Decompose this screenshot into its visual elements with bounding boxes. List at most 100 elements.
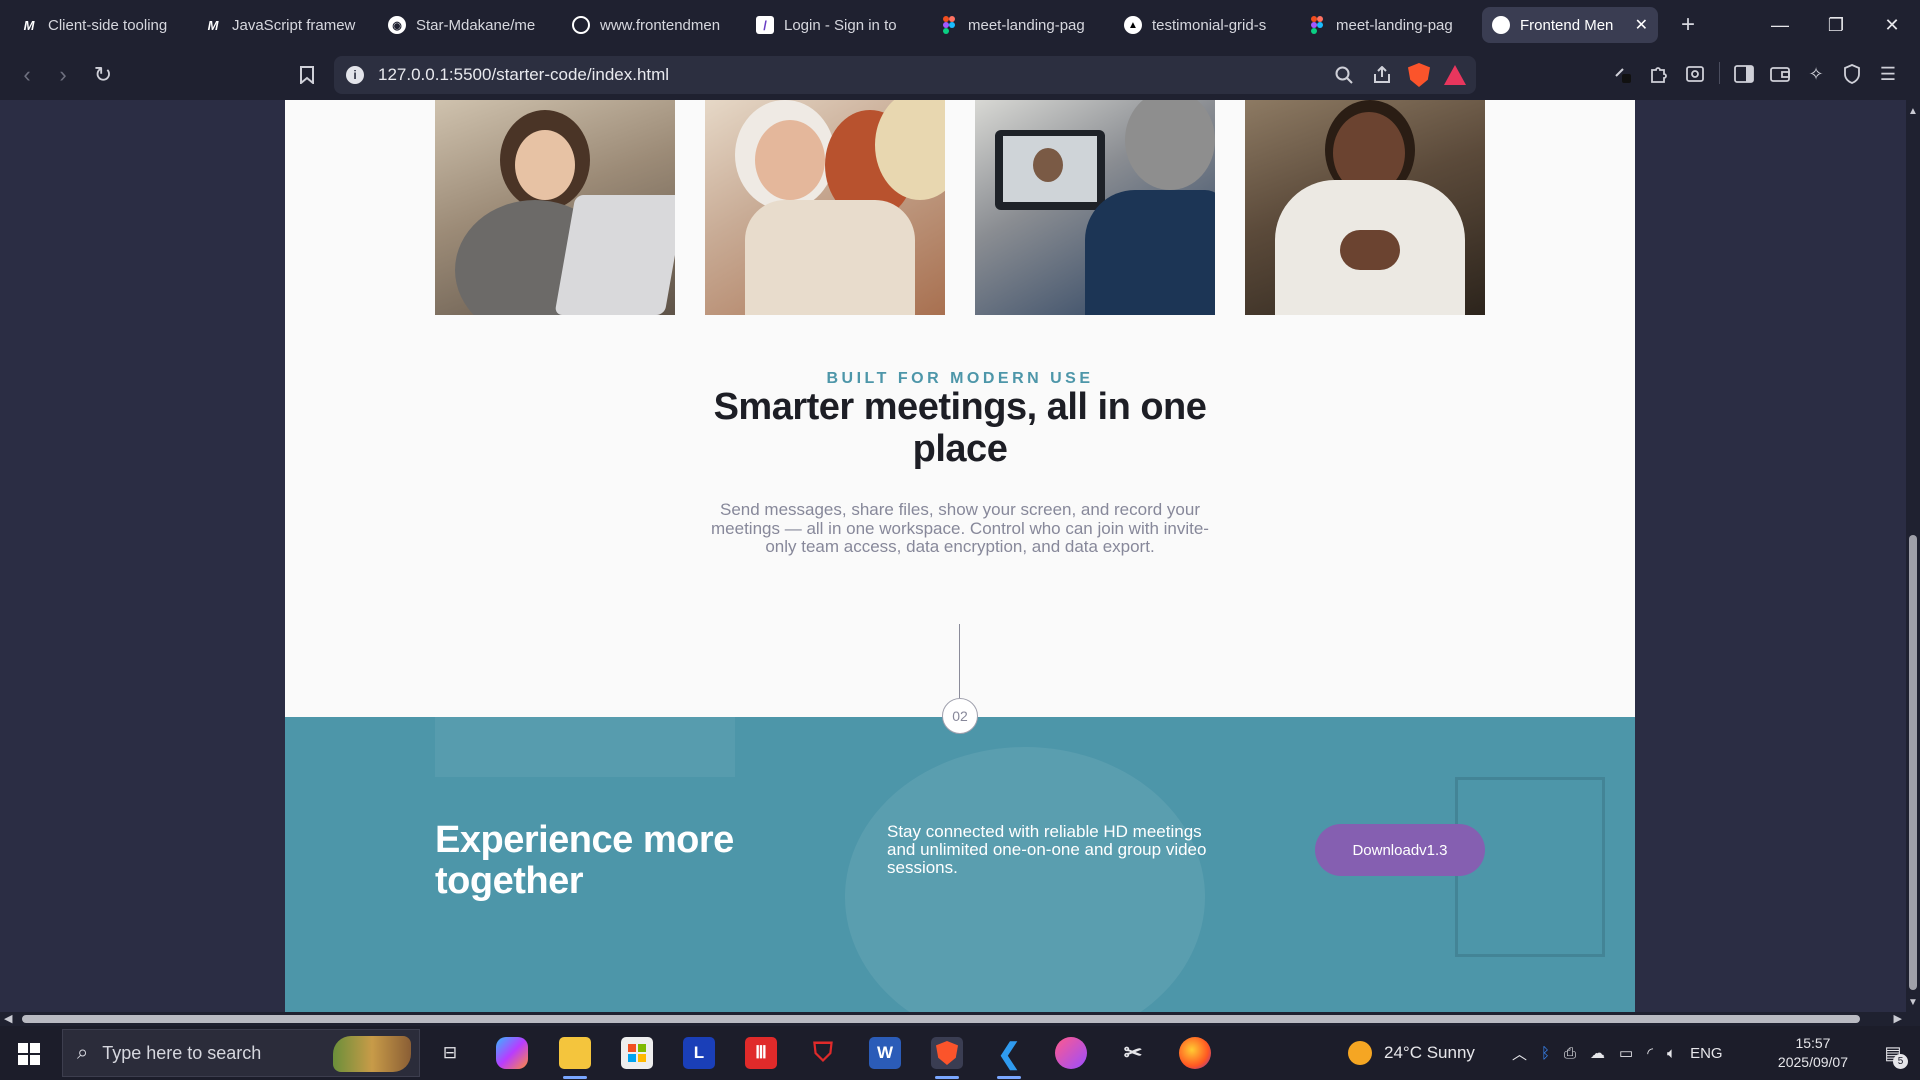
vertical-scroll-thumb[interactable] bbox=[1909, 535, 1917, 990]
mdn-icon: M bbox=[207, 17, 219, 33]
l-app-icon[interactable]: L bbox=[683, 1037, 715, 1069]
browser-tab[interactable]: meet-landing-pag bbox=[1298, 7, 1478, 43]
share-icon[interactable] bbox=[1370, 63, 1394, 87]
wallet-icon[interactable] bbox=[1768, 62, 1792, 86]
browser-tab-bar: M Client-side tooling M JavaScript framew … bbox=[0, 0, 1920, 50]
download-button-version: v1.3 bbox=[1419, 841, 1448, 859]
search-placeholder: Type here to search bbox=[102, 1042, 262, 1063]
sidebar-icon[interactable] bbox=[1732, 62, 1756, 86]
login-icon: / bbox=[756, 16, 774, 34]
reload-button[interactable]: ↻ bbox=[90, 62, 116, 88]
women-phone-photo bbox=[705, 100, 945, 315]
notification-count: 5 bbox=[1893, 1054, 1908, 1069]
microsoft-store-icon[interactable] bbox=[621, 1037, 653, 1069]
language-indicator[interactable]: ENG bbox=[1690, 1045, 1723, 1062]
menu-icon[interactable]: ☰ bbox=[1876, 62, 1900, 86]
red-app-icon[interactable]: Ⅲ bbox=[745, 1037, 777, 1069]
vertical-scrollbar[interactable]: ▲ ▼ bbox=[1906, 100, 1920, 1012]
browser-tab[interactable]: ◉ Star-Mdakane/me bbox=[378, 7, 558, 43]
paint-app-icon[interactable] bbox=[1055, 1037, 1087, 1069]
man-phone-photo bbox=[1245, 100, 1485, 315]
taskbar-search[interactable]: ⌕ Type here to search bbox=[62, 1029, 420, 1077]
video-call-photo bbox=[975, 100, 1215, 315]
bookmark-icon[interactable] bbox=[294, 62, 320, 88]
zoom-icon[interactable] bbox=[1332, 63, 1356, 87]
search-highlight-image bbox=[333, 1036, 411, 1072]
address-bar[interactable]: i 127.0.0.1:5500/starter-code/index.html bbox=[334, 56, 1476, 94]
browser-tab[interactable]: M JavaScript framew bbox=[194, 7, 374, 43]
frontendmentor-icon bbox=[572, 16, 590, 34]
browser-tab[interactable]: ▲ testimonial-grid-s bbox=[1114, 7, 1294, 43]
browser-tab[interactable]: www.frontendmen bbox=[562, 7, 742, 43]
brave-browser-icon[interactable] bbox=[931, 1037, 963, 1079]
step-number-badge: 02 bbox=[942, 698, 978, 734]
brave-shields-icon[interactable] bbox=[1408, 63, 1430, 87]
close-window-button[interactable]: ✕ bbox=[1864, 0, 1920, 50]
minimize-button[interactable]: — bbox=[1752, 0, 1808, 50]
browser-toolbar: ‹ › ↻ i 127.0.0.1:5500/starter-code/inde… bbox=[0, 50, 1920, 100]
forward-button[interactable]: › bbox=[50, 62, 76, 88]
browser-tab-active[interactable]: Frontend Men ✕ bbox=[1482, 7, 1658, 43]
system-tray: ︿ ᛒ ⎙ ☁ ▭ ◜ 🔈︎ ENG bbox=[1512, 1026, 1723, 1080]
scroll-down-icon[interactable]: ▼ bbox=[1908, 997, 1918, 1008]
onedrive-icon[interactable]: ☁ bbox=[1590, 1044, 1605, 1062]
bluetooth-icon[interactable]: ᛒ bbox=[1541, 1045, 1550, 1062]
browser-tab[interactable]: meet-landing-pag bbox=[930, 7, 1110, 43]
extensions-icon[interactable] bbox=[1647, 62, 1671, 86]
leo-ai-icon[interactable]: ✧ bbox=[1804, 62, 1828, 86]
cta-text: Stay connected with reliable HD meetings… bbox=[887, 822, 1207, 877]
battery-icon[interactable]: ▭ bbox=[1619, 1044, 1633, 1062]
frontendmentor-icon bbox=[1492, 16, 1510, 34]
window-controls: — ❐ ✕ bbox=[1752, 0, 1920, 50]
mcafee-icon[interactable]: ⛉ bbox=[807, 1037, 839, 1069]
windows-start-icon[interactable] bbox=[18, 1043, 40, 1065]
github-icon: ◉ bbox=[388, 16, 406, 34]
mdn-icon: M bbox=[23, 17, 35, 33]
url-text: 127.0.0.1:5500/starter-code/index.html bbox=[378, 65, 670, 84]
firefox-icon[interactable] bbox=[1179, 1037, 1211, 1069]
wifi-icon[interactable]: ◜ bbox=[1647, 1044, 1653, 1062]
connector-line bbox=[959, 624, 960, 698]
woman-laptop-photo bbox=[435, 100, 675, 315]
page-viewport: BUILT FOR MODERN USE Smarter meetings, a… bbox=[0, 100, 1906, 1012]
cta-title: Experience more together bbox=[435, 819, 734, 902]
section-headline: Smarter meetings, all in one place bbox=[713, 386, 1207, 470]
landing-page: BUILT FOR MODERN USE Smarter meetings, a… bbox=[285, 100, 1635, 1012]
windows-taskbar: ⌕ Type here to search ⊟ L Ⅲ ⛉ W ❮ ✂ 24°C… bbox=[0, 1026, 1920, 1080]
section-body: Send messages, share files, show your sc… bbox=[711, 500, 1209, 556]
weather-widget[interactable]: 24°C Sunny bbox=[1348, 1026, 1475, 1080]
word-icon[interactable]: W bbox=[869, 1037, 901, 1069]
show-hidden-icons-icon[interactable]: ︿ bbox=[1512, 1043, 1527, 1064]
figma-icon bbox=[940, 16, 958, 34]
horizontal-scrollbar[interactable]: ◀ ▶ bbox=[0, 1012, 1906, 1026]
taskbar-clock[interactable]: 15:57 2025/09/07 bbox=[1778, 1034, 1848, 1072]
scroll-up-icon[interactable]: ▲ bbox=[1908, 106, 1918, 117]
horizontal-scroll-thumb[interactable] bbox=[22, 1015, 1860, 1023]
vpn-icon[interactable] bbox=[1840, 62, 1864, 86]
file-explorer-icon[interactable] bbox=[559, 1037, 591, 1079]
volume-icon[interactable]: 🔈︎ bbox=[1667, 1045, 1676, 1062]
brave-rewards-icon[interactable] bbox=[1444, 65, 1466, 85]
close-tab-icon[interactable]: ✕ bbox=[1635, 15, 1648, 35]
copilot-icon[interactable] bbox=[496, 1037, 528, 1069]
browser-tab[interactable]: / Login - Sign in to bbox=[746, 7, 926, 43]
search-icon: ⌕ bbox=[77, 1041, 89, 1064]
site-info-icon[interactable]: i bbox=[346, 66, 364, 84]
scroll-right-icon[interactable]: ▶ bbox=[1894, 1012, 1902, 1025]
weather-text: 24°C Sunny bbox=[1384, 1043, 1475, 1062]
notification-center-icon[interactable]: ▤ 5 bbox=[1880, 1040, 1908, 1069]
vscode-icon[interactable]: ❮ bbox=[993, 1037, 1025, 1079]
scroll-left-icon[interactable]: ◀ bbox=[4, 1012, 12, 1025]
photo-row bbox=[435, 100, 1485, 315]
extension-badge-icon[interactable] bbox=[1611, 62, 1635, 86]
back-button[interactable]: ‹ bbox=[14, 62, 40, 88]
new-tab-button[interactable]: + bbox=[1674, 11, 1702, 39]
download-button[interactable]: Download v1.3 bbox=[1315, 824, 1485, 876]
meet-now-icon[interactable]: ⎙ bbox=[1564, 1045, 1576, 1062]
screenshot-icon[interactable] bbox=[1683, 62, 1707, 86]
sun-icon bbox=[1348, 1041, 1372, 1065]
browser-tab[interactable]: M Client-side tooling bbox=[10, 7, 190, 43]
task-view-icon[interactable]: ⊟ bbox=[434, 1037, 466, 1069]
restore-button[interactable]: ❐ bbox=[1808, 0, 1864, 50]
snipping-tool-icon[interactable]: ✂ bbox=[1117, 1037, 1149, 1069]
